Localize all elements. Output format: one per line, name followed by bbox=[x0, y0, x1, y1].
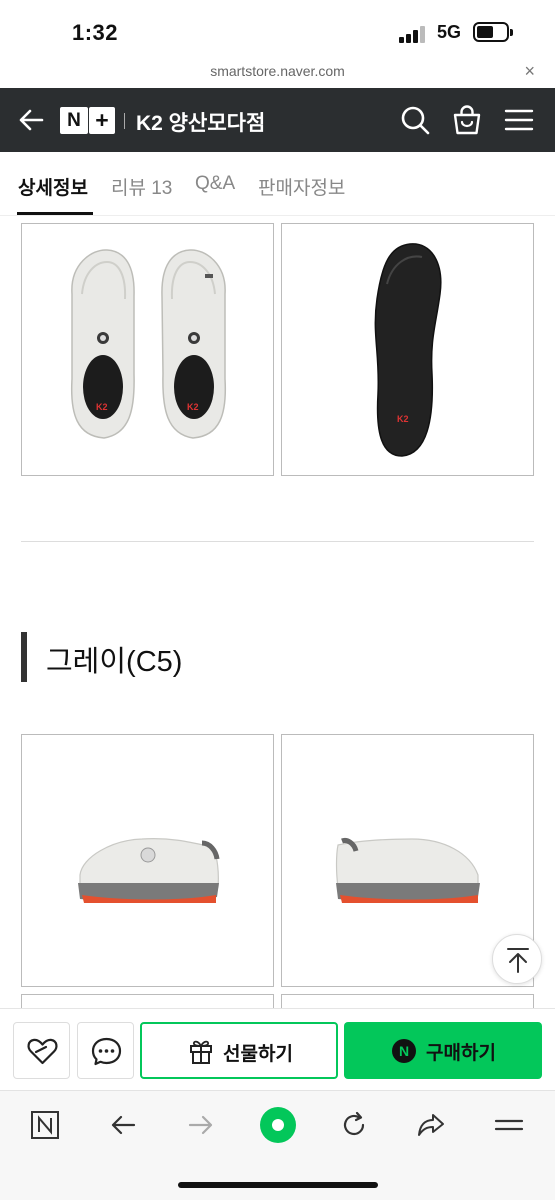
product-image-top-view[interactable]: K2 K2 bbox=[21, 223, 274, 476]
naver-pay-n-icon: N bbox=[392, 1039, 416, 1063]
product-image-gray-side-1[interactable] bbox=[21, 734, 274, 987]
status-bar: 1:32 5G bbox=[0, 0, 555, 62]
forward-icon[interactable] bbox=[184, 1108, 218, 1142]
menu-icon[interactable] bbox=[501, 102, 537, 138]
gray-shoe-illustration-1 bbox=[78, 838, 220, 903]
refresh-icon[interactable] bbox=[337, 1108, 371, 1142]
color-section-title: 그레이(C5) bbox=[46, 646, 183, 678]
search-icon[interactable] bbox=[397, 102, 433, 138]
battery-icon bbox=[473, 22, 513, 42]
chat-icon bbox=[91, 1037, 122, 1066]
chat-button[interactable] bbox=[77, 1022, 134, 1079]
url-bar[interactable]: smartstore.naver.com × bbox=[0, 56, 555, 88]
section-title-bar bbox=[21, 632, 27, 682]
cart-icon[interactable] bbox=[449, 102, 485, 138]
menu-icon[interactable] bbox=[492, 1108, 526, 1142]
buy-button[interactable]: N 구매하기 bbox=[344, 1022, 542, 1079]
heart-icon bbox=[27, 1038, 58, 1065]
status-time: 1:32 bbox=[72, 20, 119, 45]
share-icon[interactable] bbox=[414, 1108, 448, 1142]
shoe-logo-left: K2 bbox=[96, 402, 108, 412]
tab-reviews[interactable]: 리뷰 13 bbox=[111, 173, 172, 200]
active-tab-indicator bbox=[17, 212, 93, 215]
purchase-bar: 선물하기 N 구매하기 bbox=[0, 1008, 555, 1090]
store-name[interactable]: K2 양산모다점 bbox=[136, 107, 265, 137]
product-image-insole[interactable]: K2 bbox=[281, 223, 534, 476]
gift-icon bbox=[190, 1040, 212, 1064]
back-arrow-icon[interactable] bbox=[16, 104, 48, 136]
arrow-up-icon bbox=[507, 948, 529, 973]
scroll-to-top-button[interactable] bbox=[492, 934, 542, 984]
shoe-top-view-illustration: K2 K2 bbox=[70, 249, 227, 439]
naver-home-icon[interactable] bbox=[28, 1108, 62, 1142]
green-dot-icon[interactable] bbox=[258, 1105, 298, 1145]
shoe-logo-right: K2 bbox=[187, 402, 199, 412]
signal-icon bbox=[399, 25, 429, 43]
tab-qna[interactable]: Q&A bbox=[195, 173, 235, 195]
product-tabs: 상세정보 리뷰 13 Q&A 판매자정보 bbox=[0, 152, 555, 216]
tab-details[interactable]: 상세정보 bbox=[18, 173, 88, 200]
section-divider bbox=[21, 541, 534, 542]
store-header: N + K2 양산모다점 bbox=[0, 88, 555, 152]
insole-logo: K2 bbox=[397, 414, 409, 424]
tab-seller-info[interactable]: 판매자정보 bbox=[258, 173, 345, 200]
gift-button[interactable]: 선물하기 bbox=[140, 1022, 338, 1079]
close-icon[interactable]: × bbox=[524, 61, 535, 82]
wishlist-button[interactable] bbox=[13, 1022, 70, 1079]
home-indicator[interactable] bbox=[178, 1182, 378, 1188]
back-icon[interactable] bbox=[106, 1108, 140, 1142]
buy-label: 구매하기 bbox=[426, 1043, 496, 1064]
network-type: 5G bbox=[437, 22, 462, 42]
url-text[interactable]: smartstore.naver.com bbox=[0, 63, 555, 79]
naver-plus-logo[interactable]: N bbox=[60, 107, 88, 134]
insole-illustration: K2 bbox=[374, 243, 442, 457]
gift-label: 선물하기 bbox=[223, 1044, 293, 1065]
naver-plus-logo-plus[interactable]: + bbox=[89, 107, 115, 134]
logo-divider bbox=[124, 113, 125, 129]
